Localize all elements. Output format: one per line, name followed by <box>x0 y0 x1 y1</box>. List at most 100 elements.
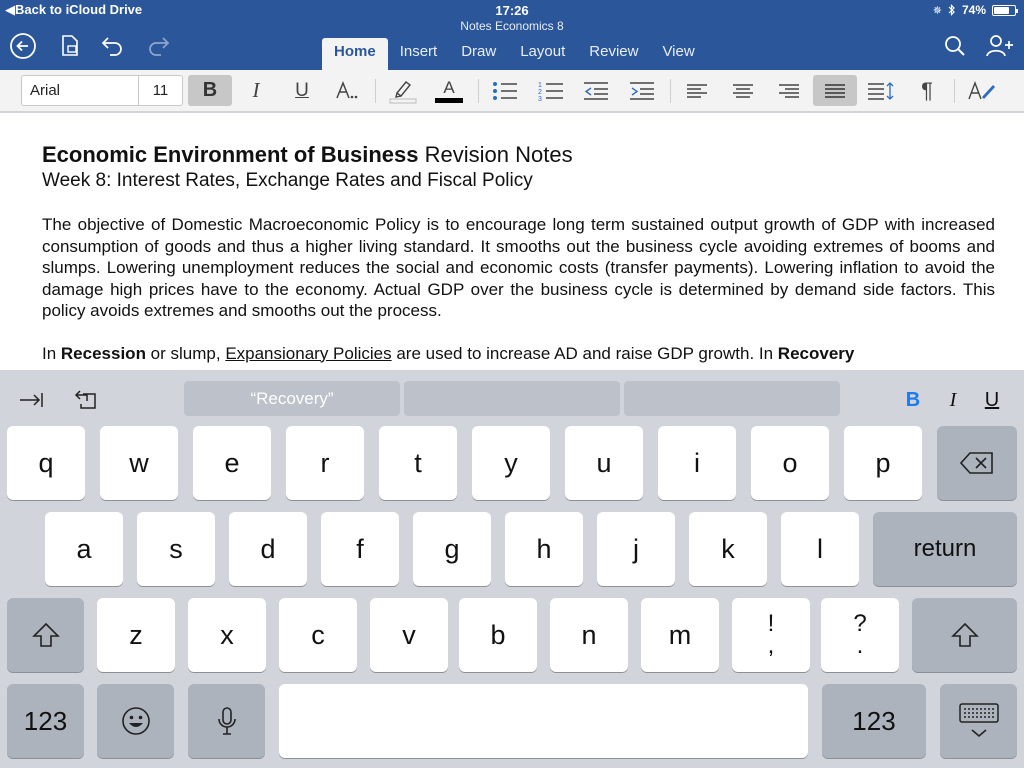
key-a[interactable]: a <box>45 512 123 586</box>
show-formatting-button[interactable]: ¶ <box>905 75 949 106</box>
key-f[interactable]: f <box>321 512 399 586</box>
redo-button[interactable] <box>144 32 172 60</box>
back-circle-button[interactable] <box>9 32 37 60</box>
key-y[interactable]: y <box>472 426 550 500</box>
font-size-field[interactable]: 11 <box>139 76 182 105</box>
tab-home[interactable]: Home <box>322 38 388 70</box>
dictation-key[interactable] <box>188 684 265 758</box>
key-z[interactable]: z <box>97 598 175 672</box>
font-name-field[interactable]: Arial <box>22 76 139 105</box>
suggestion-3[interactable] <box>624 381 840 416</box>
shift-arrow-icon <box>950 622 979 647</box>
numbers-key-right[interactable]: 123 <box>822 684 926 758</box>
align-right-button[interactable] <box>767 75 811 106</box>
tab-layout[interactable]: Layout <box>508 38 577 70</box>
font-color-swatch <box>435 97 463 103</box>
tab-draw[interactable]: Draw <box>449 38 508 70</box>
space-bar[interactable] <box>279 684 808 758</box>
key-e[interactable]: e <box>193 426 271 500</box>
align-left-button[interactable] <box>675 75 719 106</box>
font-color-button[interactable]: A <box>427 75 471 106</box>
key-s[interactable]: s <box>137 512 215 586</box>
suggestion-2[interactable] <box>404 381 620 416</box>
undo-button[interactable] <box>99 32 127 60</box>
file-menu-button[interactable] <box>56 32 84 60</box>
app-header: ◀Back to iCloud Drive 17:26 ✵ 74% Notes … <box>0 0 1024 70</box>
shift-key-right[interactable] <box>912 598 1017 672</box>
increase-indent-icon <box>630 81 654 100</box>
key-q[interactable]: q <box>7 426 85 500</box>
key-x[interactable]: x <box>188 598 266 672</box>
undo-keyboard-button[interactable] <box>68 382 104 418</box>
italic-button[interactable]: I <box>234 75 278 106</box>
line-spacing-button[interactable] <box>859 75 903 106</box>
key-m[interactable]: m <box>641 598 719 672</box>
key-exclamation-comma[interactable]: !, <box>732 598 810 672</box>
battery-icon <box>992 4 1018 16</box>
bullets-button[interactable] <box>483 75 527 106</box>
document-canvas[interactable]: Economic Environment of Business Revisio… <box>0 113 1024 370</box>
key-j[interactable]: j <box>597 512 675 586</box>
return-key[interactable]: return <box>873 512 1017 586</box>
tab-insert[interactable]: Insert <box>388 38 450 70</box>
bluetooth-icon <box>948 4 955 16</box>
text-effects-icon <box>336 80 358 98</box>
key-o[interactable]: o <box>751 426 829 500</box>
delete-key[interactable] <box>937 426 1017 500</box>
key-w[interactable]: w <box>100 426 178 500</box>
search-button[interactable] <box>941 32 969 60</box>
key-v[interactable]: v <box>370 598 448 672</box>
underline-button[interactable]: U <box>280 75 324 106</box>
doc-paragraph: In Recession or slump, Expansionary Poli… <box>42 343 855 363</box>
shift-key-left[interactable] <box>7 598 84 672</box>
key-b[interactable]: b <box>459 598 537 672</box>
keyboard-underline-button[interactable]: U <box>978 386 1006 414</box>
keyboard-italic-button[interactable]: I <box>939 386 967 414</box>
shift-arrow-icon <box>31 622 60 647</box>
ribbon-divider <box>478 79 479 103</box>
bold-button[interactable]: B <box>188 75 232 106</box>
pilcrow-icon: ¶ <box>921 77 933 103</box>
decrease-indent-icon <box>584 81 608 100</box>
align-center-button[interactable] <box>721 75 765 106</box>
key-k[interactable]: k <box>689 512 767 586</box>
home-ribbon: Arial 11 B I U A 123 ¶ <box>0 70 1024 112</box>
hide-keyboard-key[interactable] <box>940 684 1017 758</box>
highlight-button[interactable] <box>381 75 425 106</box>
justify-button[interactable] <box>813 75 857 106</box>
key-question-period[interactable]: ?. <box>821 598 899 672</box>
numbers-key-left[interactable]: 123 <box>7 684 84 758</box>
tab-indent-icon <box>20 393 43 407</box>
increase-indent-button[interactable] <box>620 75 664 106</box>
document-body[interactable]: Economic Environment of Business Revisio… <box>42 141 995 364</box>
suggestion-1[interactable]: “Recovery” <box>184 381 400 416</box>
tab-review[interactable]: Review <box>577 38 650 70</box>
tab-view[interactable]: View <box>650 38 706 70</box>
text-effects-button[interactable] <box>326 75 370 106</box>
keyboard-bold-button[interactable]: B <box>899 386 927 414</box>
key-c[interactable]: c <box>279 598 357 672</box>
status-indicators: ✵ 74% <box>933 3 1018 17</box>
key-g[interactable]: g <box>413 512 491 586</box>
tab-key-button[interactable] <box>14 382 50 418</box>
key-h[interactable]: h <box>505 512 583 586</box>
ribbon-divider <box>670 79 671 103</box>
key-i[interactable]: i <box>658 426 736 500</box>
key-p[interactable]: p <box>844 426 922 500</box>
file-icon <box>62 35 78 56</box>
styles-button[interactable] <box>960 75 1004 106</box>
key-l[interactable]: l <box>781 512 859 586</box>
emoji-key[interactable] <box>97 684 174 758</box>
key-t[interactable]: t <box>379 426 457 500</box>
backspace-icon <box>960 452 993 474</box>
emoji-icon <box>121 707 150 735</box>
doc-subheading: Week 8: Interest Rates, Exchange Rates a… <box>42 170 533 191</box>
decrease-indent-button[interactable] <box>574 75 618 106</box>
key-u[interactable]: u <box>565 426 643 500</box>
key-r[interactable]: r <box>286 426 364 500</box>
key-d[interactable]: d <box>229 512 307 586</box>
share-button[interactable] <box>986 32 1014 60</box>
key-n[interactable]: n <box>550 598 628 672</box>
numbering-button[interactable]: 123 <box>529 75 573 106</box>
status-time: 17:26 <box>495 3 529 18</box>
